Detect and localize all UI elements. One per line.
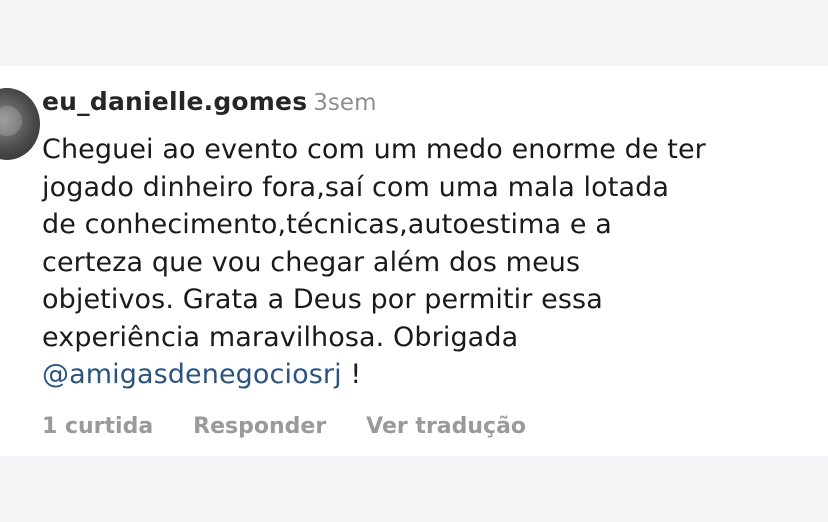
- comment-timestamp: 3sem: [313, 90, 377, 116]
- top-spacer: [0, 0, 828, 66]
- likes-count-button[interactable]: 1 curtida: [42, 412, 153, 442]
- comment-text-line: Cheguei ao evento com um medo enorme de …: [42, 134, 706, 165]
- comment-text-line: experiência maravilhosa. Obrigada: [42, 321, 519, 353]
- comment-text-line: objetivos. Grata a Deus por permitir ess…: [42, 284, 603, 315]
- comment-text-line: de conhecimento,técnicas,autoestima e a: [42, 209, 612, 240]
- comment-text: Cheguei ao evento com um medo enorme de …: [42, 131, 822, 394]
- comment-actions: 1 curtida Responder Ver tradução: [42, 412, 566, 442]
- bottom-spacer: [0, 456, 828, 522]
- comment-trailing-text: !: [341, 359, 362, 390]
- translate-button[interactable]: Ver tradução: [366, 412, 526, 442]
- comment-text-line: jogado dinheiro fora,saí com uma mala lo…: [42, 171, 669, 203]
- reply-button[interactable]: Responder: [193, 412, 326, 442]
- comment-text-line: certeza que vou chegar além dos meus: [42, 246, 581, 278]
- comment-text-last-line: @amigasdenegociosrj !: [42, 356, 822, 394]
- username-link[interactable]: eu_danielle.gomes: [42, 87, 307, 116]
- comment-header: eu_danielle.gomes 3sem: [42, 86, 376, 121]
- mention-link[interactable]: @amigasdenegociosrj: [42, 359, 342, 390]
